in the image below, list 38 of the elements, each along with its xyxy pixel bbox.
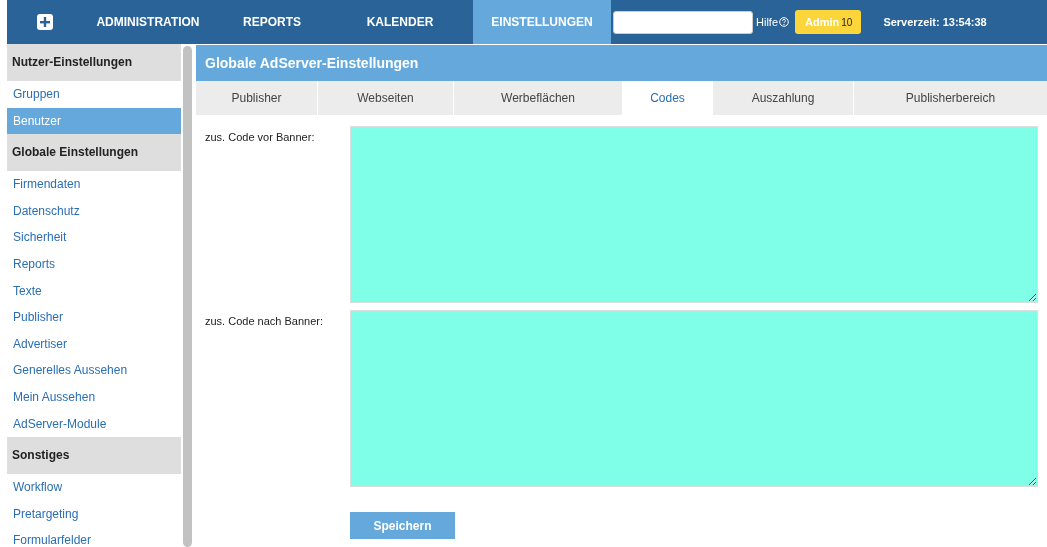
nav-tab[interactable]: REPORTS [217, 0, 327, 44]
notification-count: 10 [841, 16, 853, 28]
help-icon [779, 17, 789, 27]
sidebar-item[interactable]: Sicherheit [7, 224, 181, 251]
nav-tab[interactable]: ADMINISTRATION [79, 0, 217, 44]
sidebar-item[interactable]: Formularfelder [7, 527, 181, 547]
panel-title: Globale AdServer-Einstellungen [196, 45, 1047, 81]
sidebar-item[interactable]: Mein Aussehen [7, 383, 181, 411]
sidebar-item[interactable]: Reports [7, 250, 181, 278]
section-header: Nutzer-Einstellungen [7, 44, 181, 81]
tab[interactable]: Auszahlung [713, 81, 854, 115]
sidebar-item[interactable]: Pretargeting [7, 500, 181, 528]
sidebar-item[interactable]: AdServer-Module [7, 410, 181, 438]
sidebar-item[interactable]: Publisher [7, 304, 181, 331]
tab[interactable]: Codes [623, 81, 713, 115]
sidebar-item[interactable]: Workflow [7, 474, 181, 501]
search-field[interactable] [613, 10, 753, 34]
section-header: Globale Einstellungen [7, 134, 181, 172]
sidebar-item[interactable]: Firmendaten [7, 171, 181, 198]
sidebar-item[interactable]: Texte [7, 277, 181, 305]
server-time: Serverzeit: 13:54:38 [883, 16, 987, 28]
user-button[interactable]: Admin 10 [795, 10, 862, 34]
code-field[interactable] [350, 126, 1038, 303]
help-link[interactable]: Hilfe [756, 16, 789, 28]
sidebar-item[interactable]: Gruppen [7, 81, 181, 108]
tab[interactable]: Publisher [196, 81, 318, 115]
field-label: zus. Code nach Banner: [205, 314, 325, 329]
nav-tab[interactable]: KALENDER [327, 0, 473, 44]
sidebar-item[interactable]: Advertiser [7, 330, 181, 358]
sidebar-item[interactable]: Generelles Aussehen [7, 357, 181, 384]
add-icon[interactable] [37, 14, 53, 30]
code-field[interactable] [350, 310, 1038, 487]
tab[interactable]: Webseiten [318, 81, 454, 115]
field-label: zus. Code vor Banner: [205, 130, 316, 145]
sidebar-item[interactable]: Datenschutz [7, 197, 181, 225]
tab[interactable]: Publisherbereich [854, 81, 1047, 115]
scrollbar-thumb[interactable] [183, 46, 192, 547]
section-header: Sonstiges [7, 437, 181, 475]
